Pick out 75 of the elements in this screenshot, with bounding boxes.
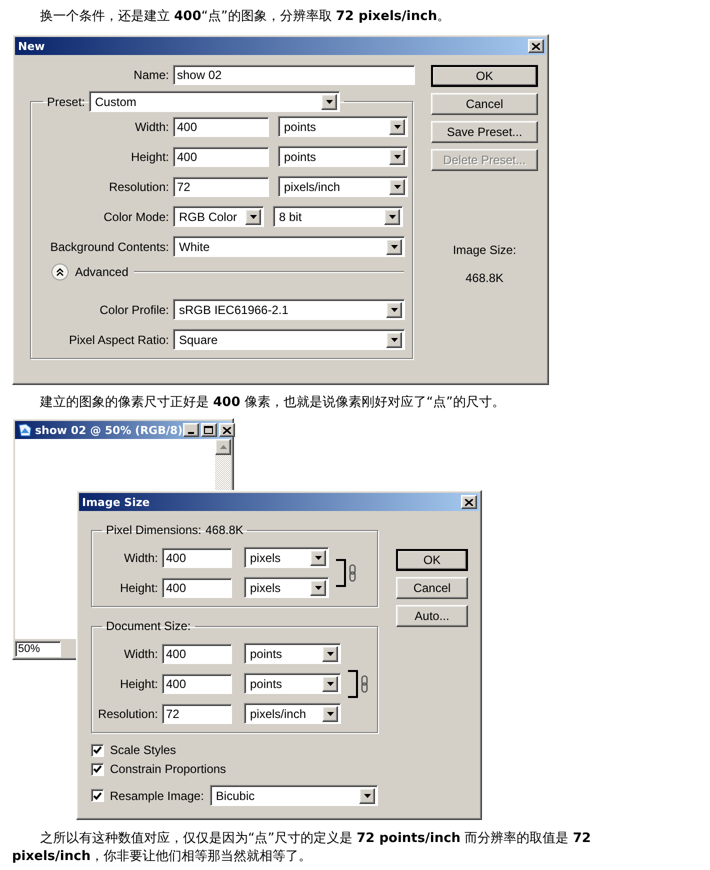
conclusion-paragraph: 之所以有这种数值对应，仅仅是因为“点”尺寸的定义是 72 points/inch 而分辨率的取值是 72 pixels/inch，你非要让他们相等那当然就相等了。 xyxy=(12,830,592,866)
field-label: Width: xyxy=(122,550,158,564)
number-field[interactable]: 400 xyxy=(162,578,232,598)
number-field[interactable]: 400 xyxy=(162,548,232,568)
field-label: Color Mode: xyxy=(102,210,169,224)
minimize-button[interactable] xyxy=(182,423,199,437)
checkbox-label: Scale Styles xyxy=(110,743,176,757)
checkbox[interactable] xyxy=(91,744,104,756)
preset-select[interactable]: Custom xyxy=(89,91,340,112)
group-label: Pixel Dimensions: xyxy=(106,523,202,537)
field-label: Height: xyxy=(118,676,158,690)
caption-paragraph: 建立的图象的像素尺寸正好是 400 像素，也就是说像素刚好对应了“点”的尺寸。 xyxy=(39,394,506,412)
field-label: Pixel Aspect Ratio: xyxy=(68,332,169,346)
dialog-button[interactable]: OK xyxy=(396,549,468,571)
unit-select[interactable]: pixels xyxy=(244,547,329,568)
checkbox[interactable] xyxy=(91,762,104,776)
number-field[interactable]: 400 xyxy=(173,116,269,136)
field-label: Background Contents: xyxy=(49,240,169,254)
field-label: Resolution: xyxy=(96,706,158,720)
option-select[interactable]: sRGB IEC61966-2.1 xyxy=(173,299,405,320)
window-title: New xyxy=(18,40,45,52)
field-label: Width: xyxy=(134,120,169,134)
intro-paragraph: 换一个条件，还是建立 400“点”的图象，分辨率取 72 pixels/inch。 xyxy=(39,8,452,26)
unit-select[interactable]: points xyxy=(244,673,341,694)
close-button[interactable] xyxy=(218,423,235,437)
unit-select[interactable]: points xyxy=(244,643,341,664)
checkbox-label: Constrain Proportions xyxy=(110,762,226,776)
image-size-value: 468.8K xyxy=(465,271,504,285)
document-icon xyxy=(18,423,32,437)
collapse-icon[interactable] xyxy=(51,263,69,281)
unit-select[interactable]: points xyxy=(278,116,408,137)
scroll-up-icon[interactable] xyxy=(220,445,226,449)
field-label: Name: xyxy=(132,68,169,82)
maximize-icon xyxy=(204,426,214,434)
field-label: Height: xyxy=(118,580,158,594)
resample-select[interactable]: Bicubic xyxy=(210,785,378,806)
number-field[interactable]: 400 xyxy=(162,674,232,694)
group-label: Document Size: xyxy=(106,619,191,633)
close-button[interactable] xyxy=(528,39,544,53)
zoom-field[interactable]: 50% xyxy=(15,640,61,656)
dialog-button[interactable]: OK xyxy=(431,65,538,87)
window-title: show 02 @ 50% (RGB/8) xyxy=(35,424,183,436)
number-field[interactable]: 400 xyxy=(173,146,269,166)
option-select[interactable]: Square xyxy=(173,329,405,350)
field-label: Preset: xyxy=(47,94,86,108)
number-field[interactable]: 72 xyxy=(173,176,269,196)
unit-select[interactable]: pixels/inch xyxy=(278,176,408,197)
unit-select[interactable]: pixels xyxy=(244,577,329,598)
bit-depth-select[interactable]: 8 bit xyxy=(273,206,403,227)
dialog-button[interactable]: Cancel xyxy=(396,577,468,599)
field-label: Color Profile: xyxy=(98,302,169,316)
close-button[interactable] xyxy=(461,495,477,509)
dialog-button[interactable]: Save Preset... xyxy=(431,121,538,143)
number-field[interactable]: 400 xyxy=(162,644,232,664)
window-title: Image Size xyxy=(82,496,150,508)
maximize-button[interactable] xyxy=(200,423,217,437)
checkbox[interactable] xyxy=(91,789,104,802)
close-icon xyxy=(532,42,540,50)
dialog-button[interactable]: Cancel xyxy=(431,93,538,115)
dialog-button[interactable]: Auto... xyxy=(396,605,468,627)
pixel-size-value: 468.8K xyxy=(205,523,244,537)
field-label: Width: xyxy=(122,646,158,660)
checkbox-label: Resample Image: xyxy=(110,788,204,802)
number-field[interactable]: 72 xyxy=(162,704,232,724)
close-icon xyxy=(222,426,231,434)
unit-select[interactable]: points xyxy=(278,146,408,167)
image-size-label: Image Size: xyxy=(452,243,516,257)
color-mode-select[interactable]: RGB Color xyxy=(173,206,264,227)
close-icon xyxy=(465,498,473,506)
name-field[interactable]: show 02 xyxy=(173,65,415,85)
field-label: Resolution: xyxy=(108,180,169,194)
advanced-label: Advanced xyxy=(75,265,128,279)
unit-select[interactable]: pixels/inch xyxy=(244,703,341,724)
field-label: Height: xyxy=(130,150,169,164)
background-select[interactable]: White xyxy=(173,236,405,257)
